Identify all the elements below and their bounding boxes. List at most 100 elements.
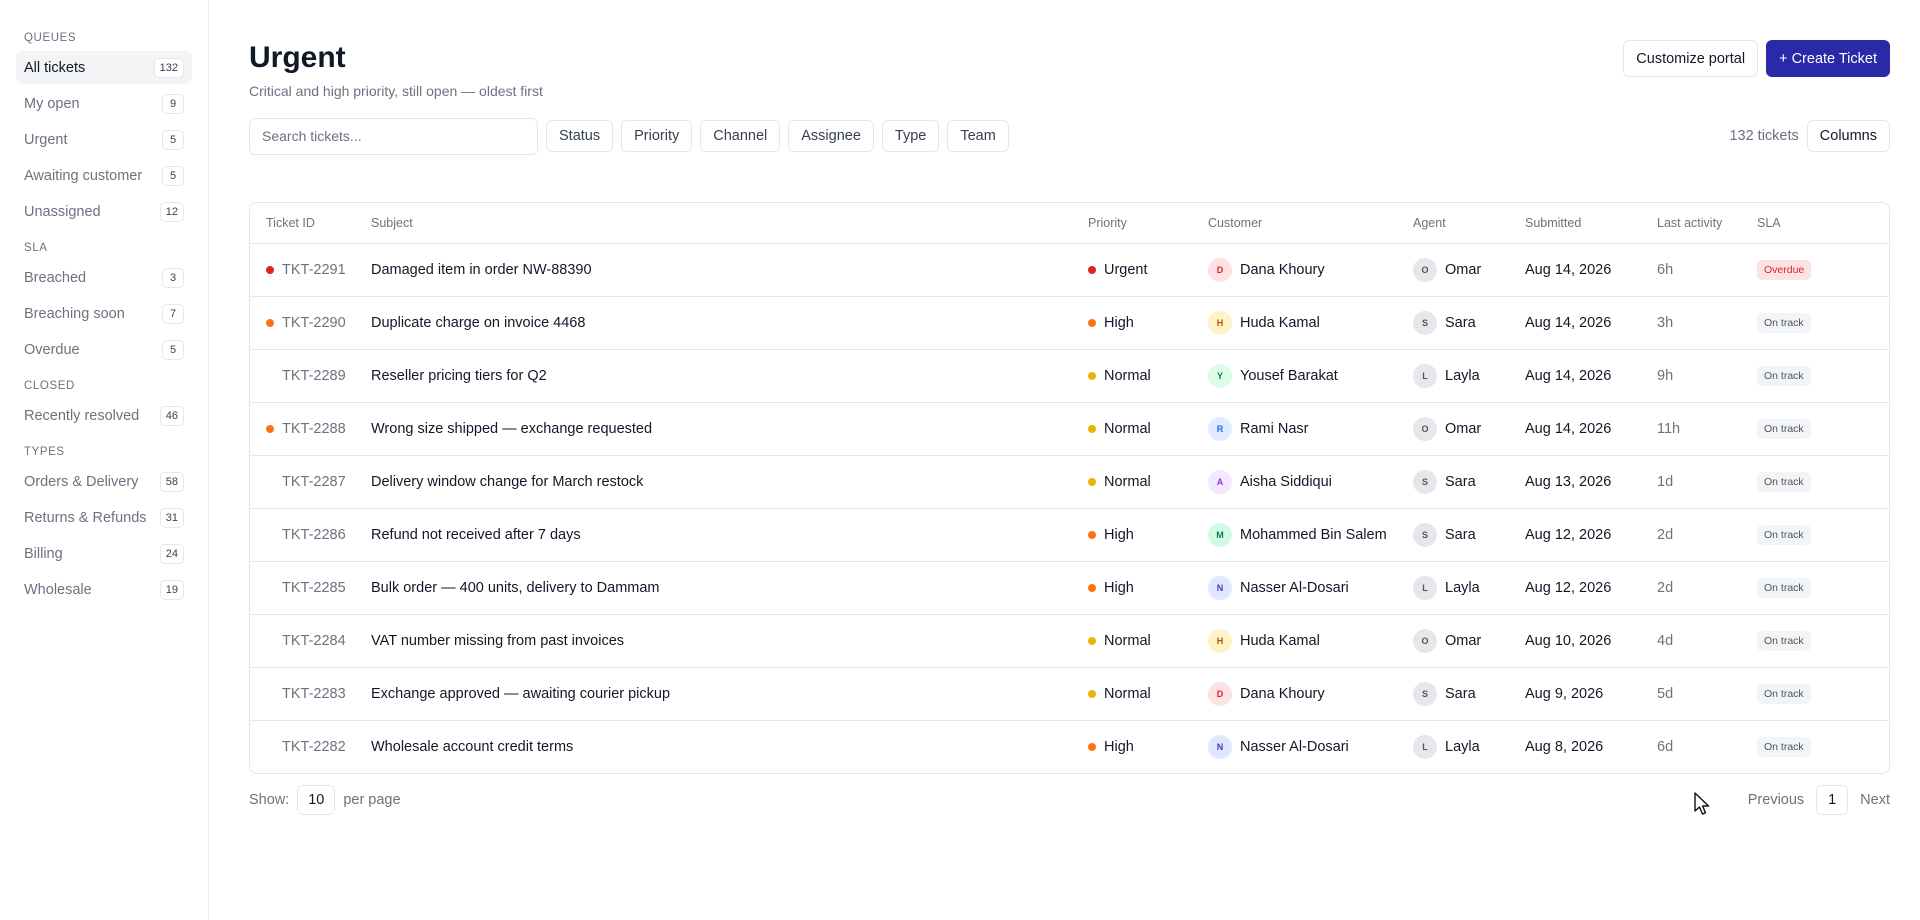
col-header-agent[interactable]: Agent (1413, 203, 1525, 244)
sidebar-item-label: Wholesale (24, 581, 92, 598)
sidebar-item-urgent[interactable]: Urgent 5 (16, 123, 192, 156)
priority-label: Normal (1104, 367, 1151, 384)
sidebar-item-count-badge: 7 (162, 303, 184, 324)
create-ticket-button[interactable]: + Create Ticket (1766, 40, 1890, 77)
sidebar-item-all-tickets[interactable]: All tickets 132 (16, 51, 192, 84)
cell-subject[interactable]: Refund not received after 7 days (371, 508, 1088, 562)
ticket-id-text[interactable]: TKT-2285 (282, 580, 346, 596)
cell-subject[interactable]: Damaged item in order NW-88390 (371, 243, 1088, 297)
col-header-last-activity[interactable]: Last activity (1657, 203, 1757, 244)
sidebar-item-orders-and-delivery[interactable]: Orders & Delivery 58 (16, 465, 192, 498)
cell-last-activity: 2d (1657, 508, 1757, 562)
table-row[interactable]: TKT-2284 VAT number missing from past inv… (250, 614, 1889, 668)
toolbar: StatusPriorityChannelAssigneeTypeTeam 13… (249, 117, 1890, 155)
cell-subject[interactable]: Bulk order — 400 units, delivery to Damm… (371, 561, 1088, 615)
sidebar-item-returns-and-refunds[interactable]: Returns & Refunds 31 (16, 501, 192, 534)
table-row[interactable]: TKT-2288 Wrong size shipped — exchange re… (250, 402, 1889, 456)
col-header-submitted[interactable]: Submitted (1525, 203, 1657, 244)
filter-priority-button[interactable]: Priority (621, 120, 693, 152)
sidebar-item-count-badge: 12 (159, 201, 184, 222)
ticket-id-text[interactable]: TKT-2284 (282, 633, 346, 649)
cell-last-activity: 4d (1657, 614, 1757, 668)
ticket-id-text[interactable]: TKT-2286 (282, 527, 346, 543)
cell-ticket-id: TKT-2287 (250, 455, 371, 509)
col-header-subject[interactable]: Subject (371, 203, 1088, 244)
sidebar-item-label: Billing (24, 545, 63, 562)
priority-dot-icon (1088, 689, 1096, 698)
table-row[interactable]: TKT-2291 Damaged item in order NW-88390 Ur… (250, 243, 1889, 297)
sidebar-item-recently-resolved[interactable]: Recently resolved 46 (16, 399, 192, 432)
sidebar-item-wholesale[interactable]: Wholesale 19 (16, 573, 192, 606)
table-row[interactable]: TKT-2282 Wholesale account credit terms Hi… (250, 720, 1889, 773)
sidebar-item-awaiting-customer[interactable]: Awaiting customer 5 (16, 159, 192, 192)
cell-priority: Normal (1088, 667, 1208, 721)
ticket-id-text[interactable]: TKT-2291 (282, 262, 346, 278)
col-header-customer[interactable]: Customer (1208, 203, 1413, 244)
agent-name: Sara (1445, 314, 1476, 331)
cell-subject[interactable]: Reseller pricing tiers for Q2 (371, 349, 1088, 403)
sidebar-item-count-badge: 19 (159, 579, 184, 600)
cell-subject[interactable]: Duplicate charge on invoice 4468 (371, 296, 1088, 350)
sidebar-item-label: Urgent (24, 131, 68, 148)
customer-avatar: A (1208, 469, 1232, 494)
cell-subject[interactable]: Wholesale account credit terms (371, 720, 1088, 773)
filter-channel-button[interactable]: Channel (700, 120, 781, 152)
cell-last-activity: 6h (1657, 243, 1757, 297)
ticket-id-text[interactable]: TKT-2288 (282, 421, 346, 437)
cell-priority: High (1088, 508, 1208, 562)
sidebar-item-overdue[interactable]: Overdue 5 (16, 333, 192, 366)
table-row[interactable]: TKT-2289 Reseller pricing tiers for Q2 Nor… (250, 349, 1889, 403)
col-header-sla[interactable]: SLA (1757, 203, 1889, 244)
cell-priority: High (1088, 296, 1208, 350)
col-header-ticket-id[interactable]: Ticket ID (250, 203, 371, 244)
sidebar-item-label: Overdue (24, 341, 80, 358)
ticket-id-text[interactable]: TKT-2290 (282, 315, 346, 331)
table-row[interactable]: TKT-2286 Refund not received after 7 days… (250, 508, 1889, 562)
next-page-button[interactable]: Next (1860, 792, 1890, 808)
sidebar-item-count-badge: 24 (159, 543, 184, 564)
filter-assignee-button[interactable]: Assignee (788, 120, 874, 152)
sidebar-section-closed: CLOSED Recently resolved 46 (0, 380, 208, 432)
sidebar-section-heading: CLOSED (24, 380, 75, 392)
filter-type-button[interactable]: Type (881, 120, 940, 152)
sidebar-item-breached[interactable]: Breached 3 (16, 261, 192, 294)
main-content: Urgent Critical and high priority, still… (209, 0, 1920, 920)
sidebar-item-billing[interactable]: Billing 24 (16, 537, 192, 570)
filter-status-button[interactable]: Status (546, 120, 614, 152)
sidebar-item-unassigned[interactable]: Unassigned 12 (16, 195, 192, 228)
cell-subject[interactable]: Exchange approved — awaiting courier pic… (371, 667, 1088, 721)
priority: High (1088, 580, 1208, 596)
filter-team-button[interactable]: Team (947, 120, 1009, 152)
page-number-button[interactable]: 1 (1816, 785, 1849, 815)
ticket-id-text[interactable]: TKT-2283 (282, 686, 346, 702)
search-input[interactable] (249, 117, 538, 155)
sidebar-item-breaching-soon[interactable]: Breaching soon 7 (16, 297, 192, 330)
table-row[interactable]: TKT-2290 Duplicate charge on invoice 4468… (250, 296, 1889, 350)
ticket-id: TKT-2290 (266, 315, 371, 331)
table-row[interactable]: TKT-2287 Delivery window change for March… (250, 455, 1889, 509)
cell-submitted: Aug 12, 2026 (1525, 508, 1657, 562)
per-page-select[interactable]: 10 (297, 785, 336, 815)
agent: L Layla (1413, 734, 1525, 759)
agent: L Layla (1413, 575, 1525, 600)
sidebar-item-my-open[interactable]: My open 9 (16, 87, 192, 120)
ticket-id-text[interactable]: TKT-2287 (282, 474, 346, 490)
sidebar-item-label: Orders & Delivery (24, 473, 139, 490)
ticket-id: TKT-2288 (266, 421, 371, 437)
cell-subject[interactable]: VAT number missing from past invoices (371, 614, 1088, 668)
customize-portal-button[interactable]: Customize portal (1623, 40, 1759, 77)
cell-subject[interactable]: Delivery window change for March restock (371, 455, 1088, 509)
cell-ticket-id: TKT-2284 (250, 614, 371, 668)
agent-avatar: S (1413, 522, 1437, 547)
columns-button[interactable]: Columns (1806, 120, 1890, 152)
table-row[interactable]: TKT-2285 Bulk order — 400 units, delivery… (250, 561, 1889, 615)
agent-avatar: O (1413, 257, 1437, 282)
table-row[interactable]: TKT-2283 Exchange approved — awaiting cou… (250, 667, 1889, 721)
ticket-id-text[interactable]: TKT-2282 (282, 739, 346, 755)
cell-subject[interactable]: Wrong size shipped — exchange requested (371, 402, 1088, 456)
unread-dot-icon (266, 318, 274, 327)
col-header-priority[interactable]: Priority (1088, 203, 1208, 244)
previous-page-button[interactable]: Previous (1748, 792, 1804, 808)
ticket-id-text[interactable]: TKT-2289 (282, 368, 346, 384)
dot-spacer (266, 743, 274, 751)
